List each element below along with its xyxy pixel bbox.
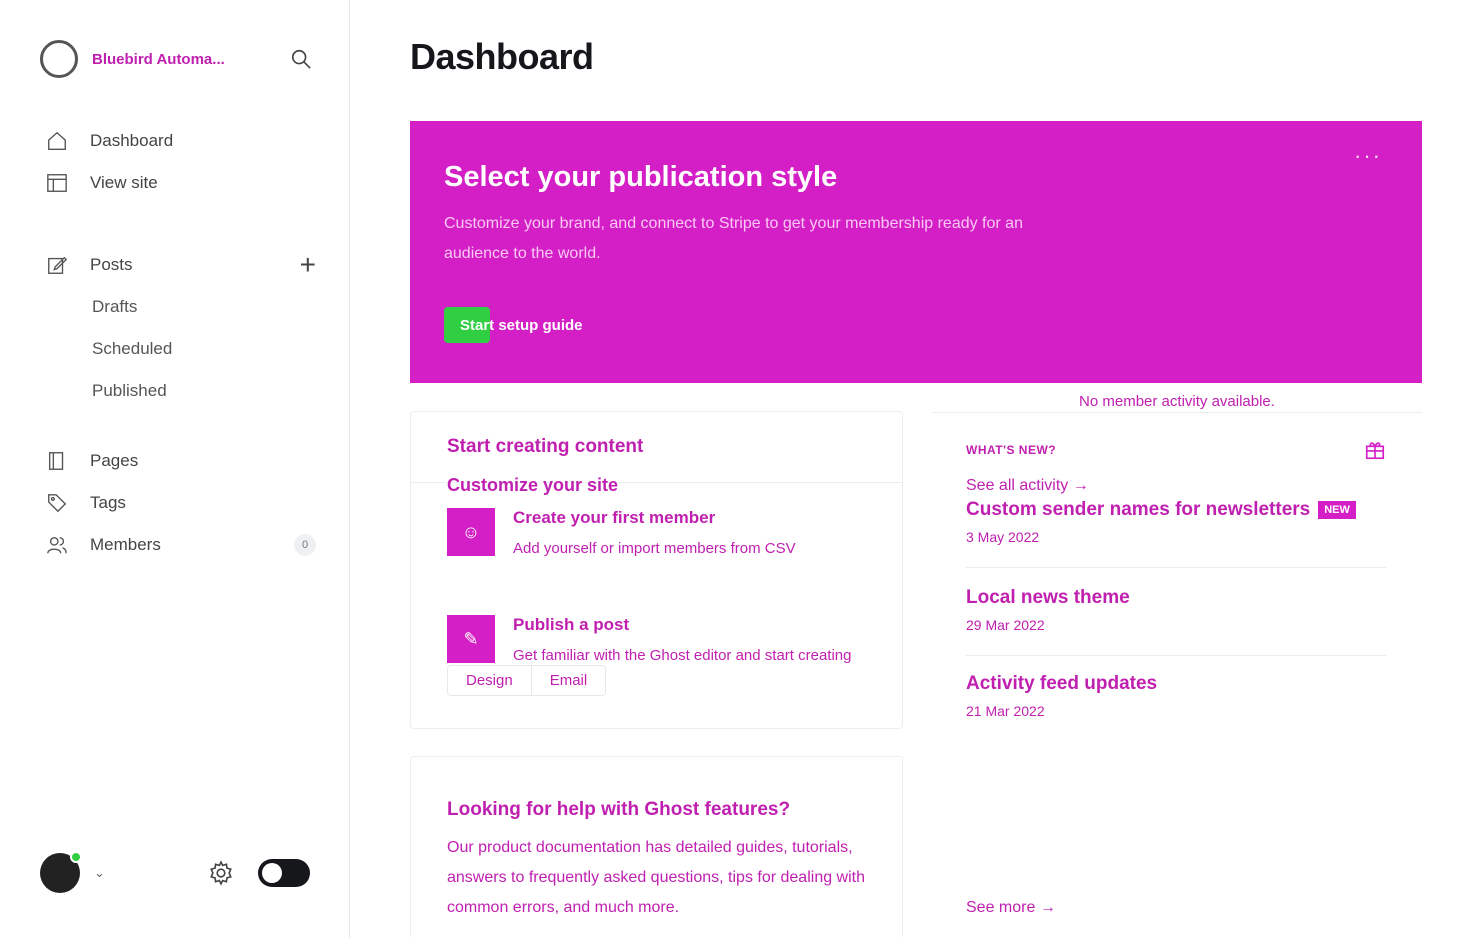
- nav-pages-label: Pages: [90, 451, 139, 470]
- news-item-title: Custom sender names for newsletters: [966, 499, 1311, 520]
- user-avatar[interactable]: [40, 851, 82, 893]
- help-card: Looking for help with Ghost features? Ou…: [410, 756, 903, 938]
- help-card-body: Our product documentation has detailed g…: [447, 839, 866, 916]
- start-creating-card: Start creating content Customize your si…: [410, 411, 903, 729]
- news-item-date: 3 May 2022: [966, 529, 1040, 545]
- create-member-desc: Add yourself or import members from CSV: [513, 540, 796, 557]
- publish-post-title: Publish a post: [513, 615, 630, 634]
- setup-button-label: Start setup guide: [460, 316, 583, 334]
- setup-banner: ··· Select your publication style Custom…: [410, 121, 1422, 383]
- nav-tags[interactable]: Tags: [46, 482, 316, 524]
- online-status-dot: [70, 851, 82, 863]
- nav-scheduled[interactable]: Scheduled: [46, 328, 316, 370]
- whats-new-heading: WHAT'S NEW?: [966, 443, 1057, 457]
- gift-icon: [1365, 442, 1385, 460]
- nav-published[interactable]: Published: [46, 370, 316, 412]
- main-nav: Dashboard View site: [46, 120, 316, 204]
- search-icon[interactable]: [290, 48, 312, 70]
- tab-design[interactable]: Design: [448, 666, 531, 695]
- nav-dashboard[interactable]: Dashboard: [46, 120, 316, 162]
- site-logo: [40, 40, 78, 78]
- no-member-activity: No member activity available.: [1079, 393, 1275, 410]
- news-item[interactable]: Activity feed updates 21 Mar 2022: [966, 673, 1396, 719]
- new-post-icon[interactable]: +: [300, 251, 316, 279]
- divider: [966, 567, 1386, 568]
- new-badge: NEW: [1318, 501, 1356, 519]
- members-icon: [46, 534, 68, 556]
- posts-nav: Posts + Drafts Scheduled Published: [46, 244, 316, 412]
- customize-title: Customize your site: [447, 475, 619, 495]
- sidebar: Bluebird Automa... Dashboard View site P…: [0, 0, 350, 938]
- nav-pages[interactable]: Pages: [46, 440, 316, 482]
- content-nav: Pages Tags Members 0: [46, 440, 316, 566]
- pencil-icon: ✎: [447, 615, 495, 663]
- members-icon: ☺: [447, 508, 495, 556]
- more-options-icon[interactable]: ···: [1354, 143, 1382, 169]
- nav-drafts[interactable]: Drafts: [46, 286, 316, 328]
- publish-post-desc: Get familiar with the Ghost editor and s…: [513, 647, 852, 664]
- start-card-title: Start creating content: [447, 436, 644, 457]
- nav-members-label: Members: [90, 535, 161, 554]
- dark-mode-toggle[interactable]: [258, 859, 310, 887]
- members-count-badge: 0: [294, 534, 316, 556]
- nav-tags-label: Tags: [90, 493, 126, 512]
- page-icon: [46, 450, 68, 472]
- news-item-date: 21 Mar 2022: [966, 703, 1045, 719]
- site-brand[interactable]: Bluebird Automa...: [40, 40, 320, 78]
- news-item[interactable]: Local news theme 29 Mar 2022: [966, 587, 1396, 633]
- chevron-down-icon[interactable]: ⌄: [94, 865, 105, 881]
- see-more-link[interactable]: See more →: [966, 899, 1056, 917]
- customize-tabs: Design Email: [447, 665, 607, 696]
- news-item[interactable]: Custom sender names for newsletters NEW 3…: [966, 499, 1396, 545]
- start-setup-button[interactable]: Start setup guide: [444, 307, 583, 343]
- gear-icon[interactable]: [208, 860, 234, 886]
- banner-description: Customize your brand, and connect to Str…: [444, 215, 1023, 262]
- divider: [966, 655, 1386, 656]
- layout-icon: [46, 172, 68, 194]
- news-item-title: Local news theme: [966, 587, 1130, 608]
- tab-email[interactable]: Email: [530, 666, 606, 695]
- nav-view-site[interactable]: View site: [46, 162, 316, 204]
- create-member-item[interactable]: ☺ Create your first member Add yourself …: [447, 508, 867, 560]
- tag-icon: [46, 492, 68, 514]
- publish-post-item[interactable]: ✎ Publish a post Get familiar with the G…: [447, 615, 867, 667]
- help-card-title: Looking for help with Ghost features?: [447, 799, 791, 820]
- news-item-date: 29 Mar 2022: [966, 617, 1045, 633]
- site-name: Bluebird Automa...: [92, 50, 225, 68]
- nav-posts-label: Posts: [90, 255, 133, 274]
- nav-posts[interactable]: Posts +: [46, 244, 316, 286]
- page-title: Dashboard: [410, 36, 594, 77]
- nav-members[interactable]: Members 0: [46, 524, 316, 566]
- create-member-title: Create your first member: [513, 508, 716, 527]
- see-all-activity-link[interactable]: See all activity →: [966, 477, 1089, 495]
- news-item-title: Activity feed updates: [966, 673, 1158, 694]
- nav-view-site-label: View site: [90, 173, 158, 192]
- sidebar-footer: ⌄: [40, 850, 310, 896]
- edit-icon: [46, 254, 68, 276]
- home-icon: [46, 130, 68, 152]
- whats-new-panel: WHAT'S NEW? See all activity → Custom se…: [932, 412, 1422, 938]
- nav-dashboard-label: Dashboard: [90, 131, 174, 150]
- banner-title: Select your publication style: [444, 161, 838, 193]
